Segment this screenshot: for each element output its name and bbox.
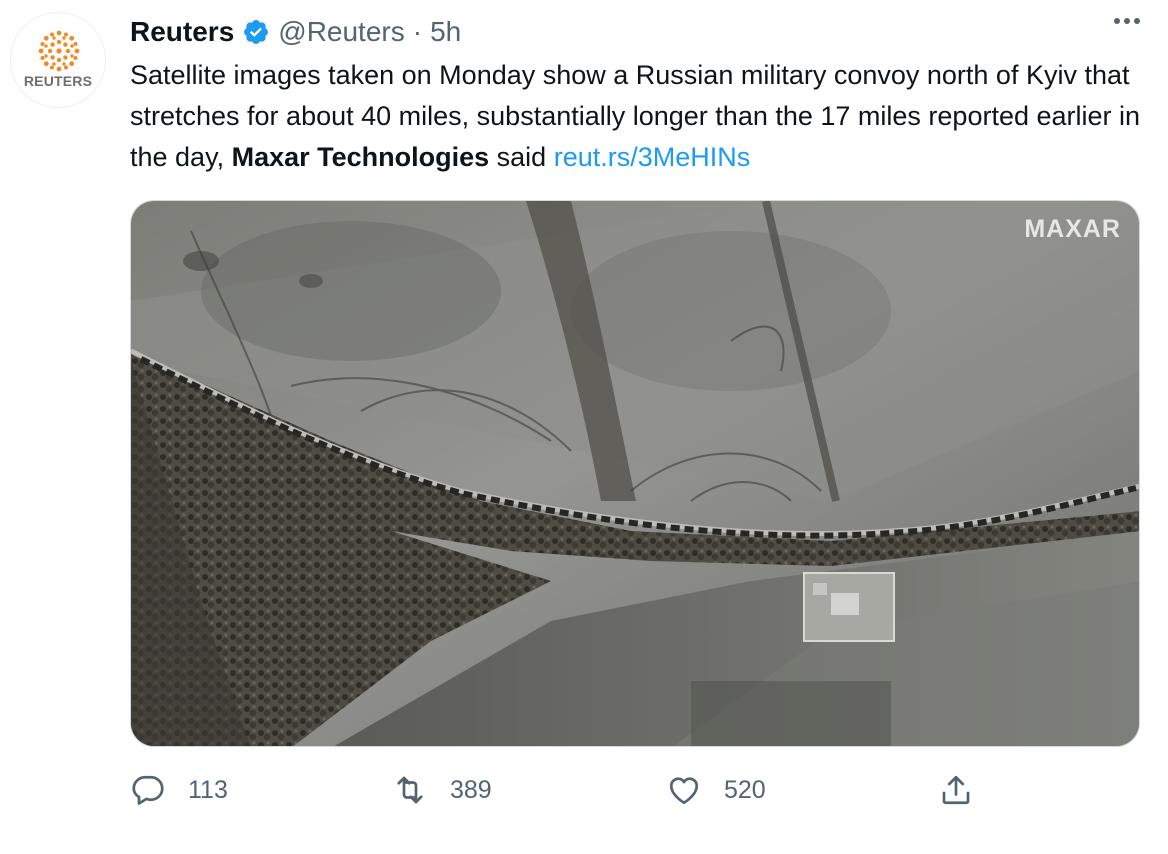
- reuters-logo-icon: [38, 30, 80, 72]
- tweet-bold-mention: Maxar Technologies: [231, 142, 490, 172]
- tweet-text-part: said: [489, 142, 554, 172]
- tweet-text: Satellite images taken on Monday show a …: [130, 55, 1150, 178]
- reply-count: 113: [188, 775, 228, 804]
- tweet-media-image[interactable]: MAXAR: [130, 200, 1140, 747]
- separator-dot: ·: [412, 16, 423, 47]
- tweet-link[interactable]: reut.rs/3MeHINs: [554, 142, 751, 172]
- satellite-image: [131, 201, 1139, 746]
- retweet-count: 389: [450, 775, 492, 804]
- tweet-header: Reuters @Reuters · 5h: [130, 12, 461, 52]
- like-button[interactable]: 520: [666, 772, 766, 808]
- heart-icon: [669, 777, 699, 805]
- maxar-watermark: MAXAR: [1024, 215, 1121, 243]
- tweet-actions: 113 389 520: [130, 772, 1030, 816]
- more-options-icon[interactable]: [1114, 18, 1140, 24]
- reply-button[interactable]: 113: [130, 772, 228, 808]
- handle[interactable]: @Reuters: [278, 16, 404, 48]
- avatar[interactable]: REUTERS: [10, 12, 106, 108]
- display-name[interactable]: Reuters: [130, 16, 234, 48]
- retweet-icon: [397, 776, 423, 804]
- like-count: 520: [724, 775, 766, 804]
- retweet-button[interactable]: 389: [392, 772, 492, 808]
- avatar-wordmark: REUTERS: [23, 73, 93, 89]
- reply-icon: [132, 775, 164, 805]
- share-button[interactable]: [938, 772, 974, 808]
- timestamp[interactable]: 5h: [430, 16, 461, 48]
- verified-badge-icon: [242, 18, 270, 46]
- share-icon: [942, 775, 970, 805]
